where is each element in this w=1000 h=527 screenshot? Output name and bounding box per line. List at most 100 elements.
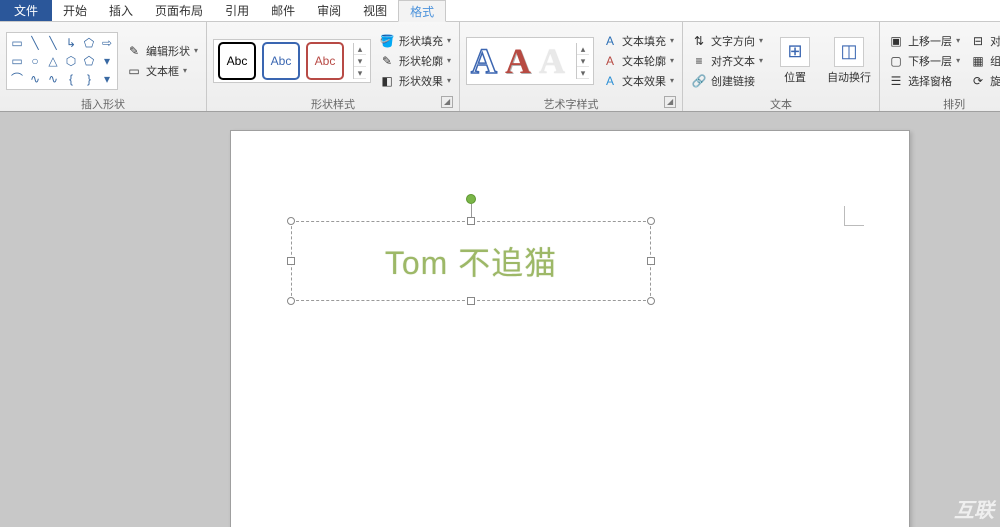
gallery-scroll[interactable]: ▴▾▾: [576, 43, 589, 79]
tab-mail[interactable]: 邮件: [260, 0, 306, 21]
wordart-preset[interactable]: A: [471, 40, 497, 82]
align-text-button[interactable]: ≡ 对齐文本 ▾: [689, 52, 765, 70]
wrap-icon: ◫: [834, 37, 864, 67]
shape-outline-button[interactable]: ✎ 形状轮廓 ▾: [377, 52, 453, 70]
bring-forward-label: 上移一层: [908, 33, 952, 49]
text-effects-button[interactable]: A 文本效果 ▾: [600, 72, 676, 90]
create-link-button[interactable]: 🔗 创建链接: [689, 72, 765, 90]
shape-style-gallery[interactable]: Abc Abc Abc ▴▾▾: [213, 39, 371, 83]
group-wordart-styles: A A A ▴▾▾ A 文本填充 ▾ A 文本轮廓 ▾: [460, 22, 683, 111]
pen-icon: ✎: [379, 53, 395, 69]
gallery-scroll[interactable]: ▴▾▾: [353, 43, 366, 79]
wrap-text-button[interactable]: ◫ 自动换行: [825, 37, 873, 85]
style-preset[interactable]: Abc: [218, 42, 256, 80]
shape-icon[interactable]: ∿: [45, 71, 61, 87]
file-tab[interactable]: 文件: [0, 0, 52, 21]
text-outline-button[interactable]: A 文本轮廓 ▾: [600, 52, 676, 70]
shape-icon[interactable]: ⇨: [99, 35, 115, 51]
link-icon: 🔗: [691, 73, 707, 89]
group-button[interactable]: ▦ 组合 ▾: [968, 52, 1000, 70]
shape-icon[interactable]: ▭: [9, 35, 25, 51]
shape-icon[interactable]: }: [81, 71, 97, 87]
tab-home[interactable]: 开始: [52, 0, 98, 21]
send-backward-label: 下移一层: [908, 53, 952, 69]
shape-fill-button[interactable]: 🪣 形状填充 ▾: [377, 32, 453, 50]
edit-shape-label: 编辑形状: [146, 43, 190, 59]
shape-icon[interactable]: {: [63, 71, 79, 87]
page[interactable]: Tom 不追猫: [230, 130, 910, 527]
rotate-stem: [471, 204, 472, 218]
position-button[interactable]: ⊞ 位置: [771, 37, 819, 85]
tab-format[interactable]: 格式: [398, 0, 446, 22]
selection-pane-icon: ☰: [888, 73, 904, 89]
shape-icon[interactable]: ∿: [27, 71, 43, 87]
group-text: ⇅ 文字方向 ▾ ≡ 对齐文本 ▾ 🔗 创建链接 ⊞ 位置 ◫: [683, 22, 880, 111]
shape-icon[interactable]: ╲: [27, 35, 43, 51]
selection-pane-button[interactable]: ☰ 选择窗格: [886, 72, 962, 90]
tab-review[interactable]: 审阅: [306, 0, 352, 21]
group-btn-label: 组合: [990, 53, 1000, 69]
text-effects-label: 文本效果: [622, 73, 666, 89]
group-shape-styles: Abc Abc Abc ▴▾▾ 🪣 形状填充 ▾ ✎ 形状轮廓 ▾: [207, 22, 460, 111]
shape-icon[interactable]: ⌒: [9, 71, 25, 87]
tab-layout[interactable]: 页面布局: [144, 0, 214, 21]
group-arrange: ▣ 上移一层 ▾ ▢ 下移一层 ▾ ☰ 选择窗格 ⊟ 对齐 ▾: [880, 22, 1000, 111]
shape-icon[interactable]: ▾: [99, 71, 115, 87]
bring-forward-button[interactable]: ▣ 上移一层 ▾: [886, 32, 962, 50]
align-icon: ⊟: [970, 33, 986, 49]
shape-icon[interactable]: ▭: [9, 53, 25, 69]
wrap-text-label: 自动换行: [827, 69, 871, 85]
edit-shape-button[interactable]: ✎ 编辑形状 ▾: [124, 42, 200, 60]
shape-icon[interactable]: ⬠: [81, 35, 97, 51]
text-fill-button[interactable]: A 文本填充 ▾: [600, 32, 676, 50]
align-label: 对齐: [990, 33, 1000, 49]
rotate-label: 旋转: [990, 73, 1000, 89]
shape-icon[interactable]: △: [45, 53, 61, 69]
wordart-gallery[interactable]: A A A ▴▾▾: [466, 37, 594, 85]
textbox-selected[interactable]: Tom 不追猫: [291, 221, 651, 301]
dialog-launcher[interactable]: ◢: [664, 96, 676, 108]
bring-forward-icon: ▣: [888, 33, 904, 49]
shape-icon[interactable]: ↳: [63, 35, 79, 51]
group-icon: ▦: [970, 53, 986, 69]
tab-insert[interactable]: 插入: [98, 0, 144, 21]
tab-references[interactable]: 引用: [214, 0, 260, 21]
shape-icon[interactable]: ○: [27, 53, 43, 69]
text-effects-icon: A: [602, 73, 618, 89]
bucket-icon: 🪣: [379, 33, 395, 49]
textbox-content[interactable]: Tom 不追猫: [292, 222, 650, 300]
effects-icon: ◧: [379, 73, 395, 89]
text-direction-button[interactable]: ⇅ 文字方向 ▾: [689, 32, 765, 50]
ribbon: ▭ ╲ ╲ ↳ ⬠ ⇨ ▭ ○ △ ⬡ ⬠ ▾ ⌒ ∿ ∿ { } ▾: [0, 22, 1000, 112]
shape-icon[interactable]: ▾: [99, 53, 115, 69]
tab-view[interactable]: 视图: [352, 0, 398, 21]
group-insert-shapes: ▭ ╲ ╲ ↳ ⬠ ⇨ ▭ ○ △ ⬡ ⬠ ▾ ⌒ ∿ ∿ { } ▾: [0, 22, 207, 111]
wordart-preset[interactable]: A: [505, 40, 531, 82]
wordart-preset[interactable]: A: [539, 40, 565, 82]
shapes-gallery[interactable]: ▭ ╲ ╲ ↳ ⬠ ⇨ ▭ ○ △ ⬡ ⬠ ▾ ⌒ ∿ ∿ { } ▾: [6, 32, 118, 90]
text-box-label: 文本框: [146, 63, 179, 79]
send-backward-button[interactable]: ▢ 下移一层 ▾: [886, 52, 962, 70]
shape-effects-label: 形状效果: [399, 73, 443, 89]
edit-shape-icon: ✎: [126, 43, 142, 59]
group-label: 排列: [886, 96, 1000, 111]
group-label: 文本: [689, 96, 873, 111]
text-box-icon: ▭: [126, 63, 142, 79]
style-preset[interactable]: Abc: [262, 42, 300, 80]
position-icon: ⊞: [780, 37, 810, 67]
shape-icon[interactable]: ⬡: [63, 53, 79, 69]
document-area: Tom 不追猫: [0, 112, 1000, 527]
dialog-launcher[interactable]: ◢: [441, 96, 453, 108]
align-button[interactable]: ⊟ 对齐 ▾: [968, 32, 1000, 50]
style-preset[interactable]: Abc: [306, 42, 344, 80]
text-box-button[interactable]: ▭ 文本框 ▾: [124, 62, 200, 80]
align-text-icon: ≡: [691, 53, 707, 69]
group-label: 艺术字样式 ◢: [466, 96, 676, 111]
shape-icon[interactable]: ╲: [45, 35, 61, 51]
shape-effects-button[interactable]: ◧ 形状效果 ▾: [377, 72, 453, 90]
align-text-label: 对齐文本: [711, 53, 755, 69]
rotate-icon: ⟳: [970, 73, 986, 89]
rotate-handle[interactable]: [466, 194, 476, 204]
shape-icon[interactable]: ⬠: [81, 53, 97, 69]
rotate-button[interactable]: ⟳ 旋转 ▾: [968, 72, 1000, 90]
